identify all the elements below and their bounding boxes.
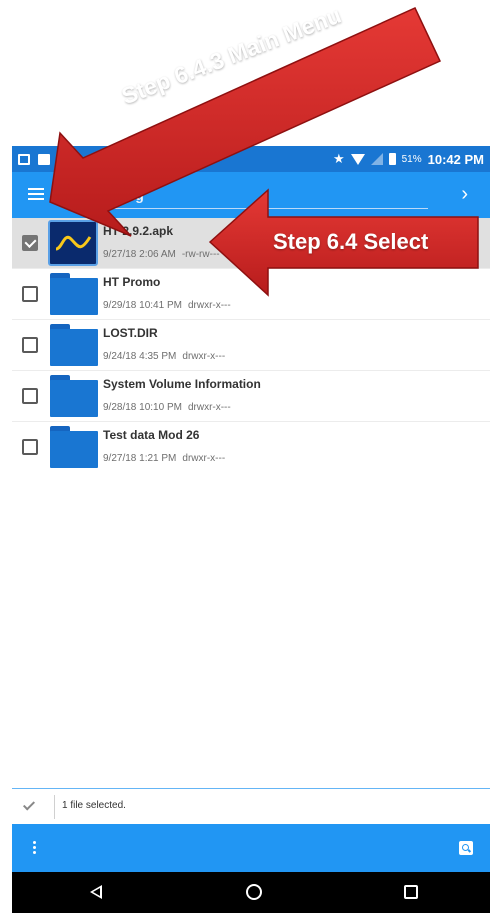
- checkmark-icon: [22, 798, 36, 811]
- select-callout-text: Step 6.4 Select: [273, 229, 429, 254]
- outlook-notification-icon: [38, 153, 50, 165]
- file-perms: drwxr-x---: [187, 300, 231, 311]
- main-menu-callout-text: Step 6.4.3 Main Menu: [118, 1, 345, 110]
- file-name: HT 2.9.2.apk: [103, 224, 174, 238]
- file-name: System Volume Information: [103, 377, 261, 391]
- path-underline: [108, 208, 428, 209]
- system-icons: ★ 51% 10:42 PM: [333, 146, 484, 172]
- folder-icon: [50, 426, 98, 468]
- system-nav-bar: [12, 872, 490, 913]
- app-toolbar: otg ›: [12, 172, 490, 218]
- file-row-folder[interactable]: LOST.DIR 9/24/18 4:35 PM drwxr-x---: [12, 320, 490, 371]
- file-name: Test data Mod 26: [103, 428, 200, 442]
- selection-count: 1 file selected.: [62, 800, 126, 811]
- row-checkbox[interactable]: [22, 286, 38, 302]
- home-icon[interactable]: [246, 884, 262, 900]
- file-date: 9/24/18 4:35 PM: [103, 351, 177, 362]
- file-meta: 9/29/18 10:41 PM drwxr-x---: [103, 300, 231, 311]
- divider: [54, 795, 55, 819]
- file-date: 9/28/18 10:10 PM: [103, 402, 182, 413]
- file-meta: 9/28/18 10:10 PM drwxr-x---: [103, 402, 231, 413]
- image-notification-icon: [18, 153, 30, 165]
- back-icon[interactable]: [90, 885, 102, 899]
- apk-icon: [48, 220, 98, 266]
- file-perms: drwxr-x---: [182, 453, 226, 464]
- wifi-icon: [350, 153, 365, 165]
- file-meta: 9/24/18 4:35 PM drwxr-x---: [103, 351, 225, 362]
- folder-icon: [50, 324, 98, 366]
- battery-percent: 51%: [401, 153, 422, 165]
- hamburger-menu-icon[interactable]: [28, 188, 44, 200]
- clock: 10:42 PM: [427, 151, 484, 167]
- file-row-folder[interactable]: System Volume Information 9/28/18 10:10 …: [12, 371, 490, 422]
- file-meta: 9/27/18 2:06 AM -rw-rw---: [103, 249, 220, 260]
- file-list: HT 2.9.2.apk 9/27/18 2:06 AM -rw-rw--- HT…: [12, 218, 490, 473]
- folder-icon: [50, 375, 98, 417]
- file-perms: -rw-rw---: [181, 249, 220, 260]
- folder-icon: [50, 273, 98, 315]
- signal-icon: [370, 153, 383, 165]
- selection-status-bar: 1 file selected.: [12, 788, 490, 824]
- recent-apps-icon[interactable]: [404, 885, 418, 899]
- file-date: 9/27/18 2:06 AM: [103, 249, 176, 260]
- row-checkbox[interactable]: [22, 439, 38, 455]
- file-date: 9/27/18 1:21 PM: [103, 453, 177, 464]
- path-label: otg: [122, 187, 144, 203]
- notification-icons: [12, 153, 50, 165]
- row-checkbox[interactable]: [22, 337, 38, 353]
- status-bar: ★ 51% 10:42 PM: [12, 146, 490, 172]
- overflow-menu-icon[interactable]: [33, 841, 37, 855]
- file-name: HT Promo: [103, 275, 161, 289]
- battery-icon: [388, 153, 396, 165]
- search-icon[interactable]: [459, 841, 473, 855]
- chevron-right-icon[interactable]: ›: [461, 183, 468, 206]
- file-row-folder[interactable]: Test data Mod 26 9/27/18 1:21 PM drwxr-x-…: [12, 422, 490, 473]
- file-row-folder[interactable]: HT Promo 9/29/18 10:41 PM drwxr-x---: [12, 269, 490, 320]
- row-checkbox[interactable]: [22, 388, 38, 404]
- star-icon: ★: [332, 151, 345, 166]
- row-checkbox[interactable]: [22, 235, 38, 251]
- file-perms: drwxr-x---: [182, 351, 226, 362]
- file-perms: drwxr-x---: [187, 402, 231, 413]
- file-meta: 9/27/18 1:21 PM drwxr-x---: [103, 453, 225, 464]
- file-date: 9/29/18 10:41 PM: [103, 300, 182, 311]
- bottom-action-bar: [12, 824, 490, 872]
- file-name: LOST.DIR: [103, 326, 158, 340]
